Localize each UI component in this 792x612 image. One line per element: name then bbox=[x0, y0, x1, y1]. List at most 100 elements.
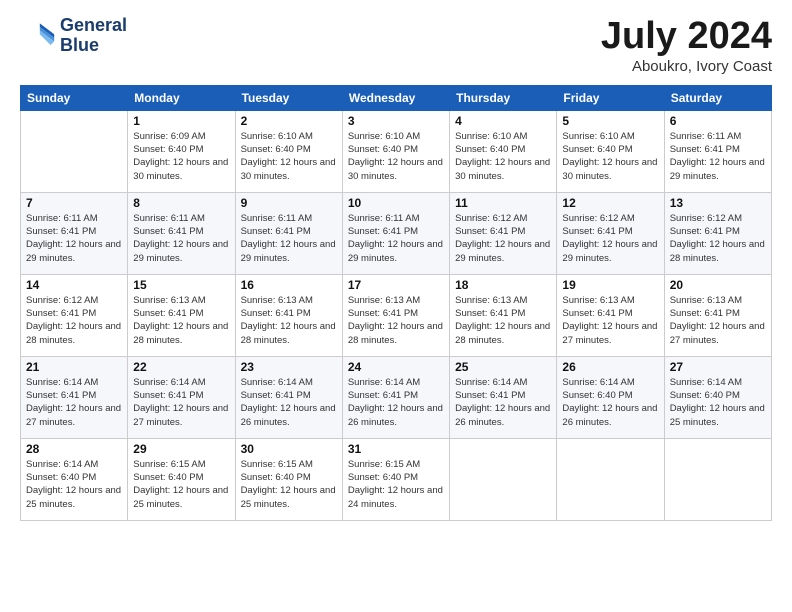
header-sunday: Sunday bbox=[21, 85, 128, 110]
subtitle: Aboukro, Ivory Coast bbox=[601, 58, 772, 75]
day-detail: Sunrise: 6:13 AMSunset: 6:41 PMDaylight:… bbox=[348, 294, 444, 347]
day-detail: Sunrise: 6:13 AMSunset: 6:41 PMDaylight:… bbox=[455, 294, 551, 347]
day-number: 9 bbox=[241, 196, 337, 210]
day-detail: Sunrise: 6:11 AMSunset: 6:41 PMDaylight:… bbox=[26, 212, 122, 265]
calendar-cell: 30 Sunrise: 6:15 AMSunset: 6:40 PMDayligh… bbox=[235, 438, 342, 520]
calendar-cell: 25Sunrise: 6:14 AMSunset: 6:41 PMDayligh… bbox=[450, 356, 557, 438]
day-detail: Sunrise: 6:15 AMSunset: 6:40 PMDaylight:… bbox=[348, 458, 444, 511]
calendar-cell: 3 Sunrise: 6:10 AMSunset: 6:40 PMDaylight… bbox=[342, 110, 449, 192]
day-number: 27 bbox=[670, 360, 766, 374]
day-detail: Sunrise: 6:12 AMSunset: 6:41 PMDaylight:… bbox=[670, 212, 766, 265]
day-number: 17 bbox=[348, 278, 444, 292]
day-number: 29 bbox=[133, 442, 229, 456]
day-number: 26 bbox=[562, 360, 658, 374]
calendar-cell: 12 Sunrise: 6:12 AMSunset: 6:41 PMDayligh… bbox=[557, 192, 664, 274]
logo-text: General Blue bbox=[60, 16, 127, 56]
header-row: Sunday Monday Tuesday Wednesday Thursday… bbox=[21, 85, 772, 110]
day-detail: Sunrise: 6:12 AMSunset: 6:41 PMDaylight:… bbox=[562, 212, 658, 265]
day-detail: Sunrise: 6:11 AMSunset: 6:41 PMDaylight:… bbox=[241, 212, 337, 265]
day-number: 3 bbox=[348, 114, 444, 128]
calendar-cell: 26 Sunrise: 6:14 AMSunset: 6:40 PMDayligh… bbox=[557, 356, 664, 438]
calendar-header: Sunday Monday Tuesday Wednesday Thursday… bbox=[21, 85, 772, 110]
calendar-cell: 14 Sunrise: 6:12 AMSunset: 6:41 PMDayligh… bbox=[21, 274, 128, 356]
day-detail: Sunrise: 6:15 AMSunset: 6:40 PMDaylight:… bbox=[133, 458, 229, 511]
day-detail: Sunrise: 6:13 AMSunset: 6:41 PMDaylight:… bbox=[241, 294, 337, 347]
calendar-cell: 4 Sunrise: 6:10 AMSunset: 6:40 PMDaylight… bbox=[450, 110, 557, 192]
logo: General Blue bbox=[20, 16, 127, 56]
calendar-cell: 7 Sunrise: 6:11 AMSunset: 6:41 PMDaylight… bbox=[21, 192, 128, 274]
day-detail: Sunrise: 6:14 AMSunset: 6:41 PMDaylight:… bbox=[241, 376, 337, 429]
day-detail: Sunrise: 6:11 AMSunset: 6:41 PMDaylight:… bbox=[348, 212, 444, 265]
day-number: 18 bbox=[455, 278, 551, 292]
calendar-table: Sunday Monday Tuesday Wednesday Thursday… bbox=[20, 85, 772, 521]
header-thursday: Thursday bbox=[450, 85, 557, 110]
day-detail: Sunrise: 6:13 AMSunset: 6:41 PMDaylight:… bbox=[670, 294, 766, 347]
calendar-cell: 11 Sunrise: 6:12 AMSunset: 6:41 PMDayligh… bbox=[450, 192, 557, 274]
day-number: 30 bbox=[241, 442, 337, 456]
day-number: 7 bbox=[26, 196, 122, 210]
calendar-cell: 16 Sunrise: 6:13 AMSunset: 6:41 PMDayligh… bbox=[235, 274, 342, 356]
day-number: 5 bbox=[562, 114, 658, 128]
day-detail: Sunrise: 6:15 AMSunset: 6:40 PMDaylight:… bbox=[241, 458, 337, 511]
calendar-cell: 1Sunrise: 6:09 AMSunset: 6:40 PMDaylight… bbox=[128, 110, 235, 192]
calendar-week-4: 21Sunrise: 6:14 AMSunset: 6:41 PMDayligh… bbox=[21, 356, 772, 438]
day-detail: Sunrise: 6:12 AMSunset: 6:41 PMDaylight:… bbox=[26, 294, 122, 347]
calendar-week-5: 28Sunrise: 6:14 AMSunset: 6:40 PMDayligh… bbox=[21, 438, 772, 520]
day-detail: Sunrise: 6:11 AMSunset: 6:41 PMDaylight:… bbox=[133, 212, 229, 265]
calendar-week-1: 1Sunrise: 6:09 AMSunset: 6:40 PMDaylight… bbox=[21, 110, 772, 192]
day-number: 12 bbox=[562, 196, 658, 210]
day-number: 15 bbox=[133, 278, 229, 292]
day-number: 2 bbox=[241, 114, 337, 128]
calendar-page: General Blue July 2024 Aboukro, Ivory Co… bbox=[0, 0, 792, 612]
day-detail: Sunrise: 6:11 AMSunset: 6:41 PMDaylight:… bbox=[670, 130, 766, 183]
day-number: 23 bbox=[241, 360, 337, 374]
day-detail: Sunrise: 6:13 AMSunset: 6:41 PMDaylight:… bbox=[133, 294, 229, 347]
calendar-cell: 19 Sunrise: 6:13 AMSunset: 6:41 PMDayligh… bbox=[557, 274, 664, 356]
calendar-cell: 20 Sunrise: 6:13 AMSunset: 6:41 PMDayligh… bbox=[664, 274, 771, 356]
calendar-week-3: 14 Sunrise: 6:12 AMSunset: 6:41 PMDayligh… bbox=[21, 274, 772, 356]
day-detail: Sunrise: 6:14 AMSunset: 6:41 PMDaylight:… bbox=[133, 376, 229, 429]
logo-line2: Blue bbox=[60, 36, 127, 56]
day-detail: Sunrise: 6:14 AMSunset: 6:40 PMDaylight:… bbox=[562, 376, 658, 429]
calendar-week-2: 7 Sunrise: 6:11 AMSunset: 6:41 PMDaylight… bbox=[21, 192, 772, 274]
month-title: July 2024 bbox=[601, 16, 772, 58]
day-number: 8 bbox=[133, 196, 229, 210]
calendar-cell bbox=[450, 438, 557, 520]
calendar-cell: 17 Sunrise: 6:13 AMSunset: 6:41 PMDayligh… bbox=[342, 274, 449, 356]
day-detail: Sunrise: 6:13 AMSunset: 6:41 PMDaylight:… bbox=[562, 294, 658, 347]
day-detail: Sunrise: 6:14 AMSunset: 6:40 PMDaylight:… bbox=[670, 376, 766, 429]
calendar-cell bbox=[664, 438, 771, 520]
header-wednesday: Wednesday bbox=[342, 85, 449, 110]
day-detail: Sunrise: 6:10 AMSunset: 6:40 PMDaylight:… bbox=[562, 130, 658, 183]
calendar-cell: 15 Sunrise: 6:13 AMSunset: 6:41 PMDayligh… bbox=[128, 274, 235, 356]
day-detail: Sunrise: 6:10 AMSunset: 6:40 PMDaylight:… bbox=[455, 130, 551, 183]
calendar-body: 1Sunrise: 6:09 AMSunset: 6:40 PMDaylight… bbox=[21, 110, 772, 520]
day-number: 16 bbox=[241, 278, 337, 292]
day-number: 22 bbox=[133, 360, 229, 374]
day-number: 19 bbox=[562, 278, 658, 292]
calendar-cell: 2Sunrise: 6:10 AMSunset: 6:40 PMDaylight… bbox=[235, 110, 342, 192]
calendar-cell: 18 Sunrise: 6:13 AMSunset: 6:41 PMDayligh… bbox=[450, 274, 557, 356]
day-number: 11 bbox=[455, 196, 551, 210]
day-detail: Sunrise: 6:14 AMSunset: 6:41 PMDaylight:… bbox=[26, 376, 122, 429]
header-saturday: Saturday bbox=[664, 85, 771, 110]
calendar-cell: 22 Sunrise: 6:14 AMSunset: 6:41 PMDayligh… bbox=[128, 356, 235, 438]
calendar-cell: 28Sunrise: 6:14 AMSunset: 6:40 PMDayligh… bbox=[21, 438, 128, 520]
day-detail: Sunrise: 6:09 AMSunset: 6:40 PMDaylight:… bbox=[133, 130, 229, 183]
calendar-cell: 6Sunrise: 6:11 AMSunset: 6:41 PMDaylight… bbox=[664, 110, 771, 192]
title-block: July 2024 Aboukro, Ivory Coast bbox=[601, 16, 772, 75]
day-number: 20 bbox=[670, 278, 766, 292]
day-number: 24 bbox=[348, 360, 444, 374]
header-monday: Monday bbox=[128, 85, 235, 110]
calendar-cell: 31 Sunrise: 6:15 AMSunset: 6:40 PMDayligh… bbox=[342, 438, 449, 520]
day-detail: Sunrise: 6:14 AMSunset: 6:41 PMDaylight:… bbox=[455, 376, 551, 429]
calendar-cell: 27 Sunrise: 6:14 AMSunset: 6:40 PMDayligh… bbox=[664, 356, 771, 438]
day-detail: Sunrise: 6:10 AMSunset: 6:40 PMDaylight:… bbox=[348, 130, 444, 183]
day-number: 14 bbox=[26, 278, 122, 292]
day-number: 31 bbox=[348, 442, 444, 456]
day-number: 10 bbox=[348, 196, 444, 210]
day-detail: Sunrise: 6:12 AMSunset: 6:41 PMDaylight:… bbox=[455, 212, 551, 265]
calendar-cell: 5 Sunrise: 6:10 AMSunset: 6:40 PMDaylight… bbox=[557, 110, 664, 192]
calendar-cell: 9 Sunrise: 6:11 AMSunset: 6:41 PMDaylight… bbox=[235, 192, 342, 274]
day-number: 4 bbox=[455, 114, 551, 128]
